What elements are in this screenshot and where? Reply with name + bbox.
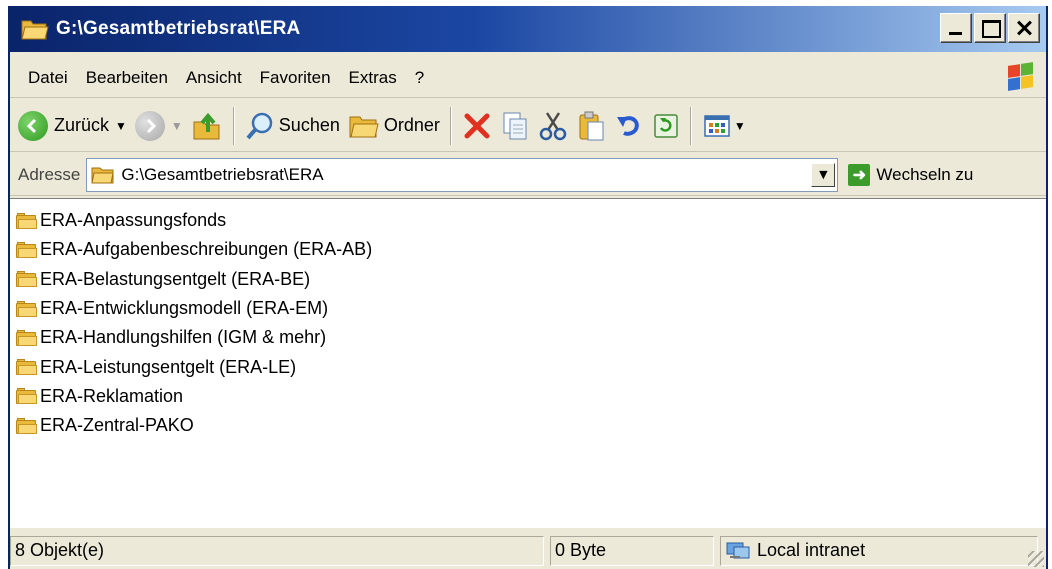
go-button[interactable]: ➜ Wechseln zu xyxy=(848,163,974,186)
cut-icon xyxy=(539,111,567,140)
caption-buttons xyxy=(940,13,1040,43)
close-button[interactable] xyxy=(1008,13,1040,43)
toolbar-separator xyxy=(689,106,692,145)
file-name: ERA-Handlungshilfen (IGM & mehr) xyxy=(40,327,327,348)
menu-bearbeiten[interactable]: Bearbeiten xyxy=(77,68,177,88)
file-name: ERA-Belastungsentgelt (ERA-BE) xyxy=(40,268,311,289)
list-item[interactable]: ERA-Belastungsentgelt (ERA-BE) xyxy=(10,265,1046,294)
undo-button[interactable] xyxy=(610,104,648,148)
address-value: G:\Gesamtbetriebsrat\ERA xyxy=(121,164,324,184)
go-arrow-icon: ➜ xyxy=(848,163,871,186)
file-name: ERA-Zentral-PAKO xyxy=(40,415,194,436)
search-icon xyxy=(246,112,273,139)
views-icon xyxy=(704,114,730,137)
explorer-window: G:\Gesamtbetriebsrat\ERA Datei Bearbeite… xyxy=(8,6,1048,569)
menu-ansicht[interactable]: Ansicht xyxy=(177,68,251,88)
folder-icon xyxy=(91,167,114,183)
maximize-button[interactable] xyxy=(974,13,1006,43)
toolbar-separator xyxy=(449,106,452,145)
address-label: Adresse xyxy=(18,164,81,184)
views-dropdown-icon[interactable]: ▼ xyxy=(734,119,746,133)
menu-datei[interactable]: Datei xyxy=(10,68,77,88)
paste-icon xyxy=(579,111,604,140)
file-list[interactable]: ERA-Anpassungsfonds ERA-Aufgabenbeschrei… xyxy=(10,198,1046,528)
list-item[interactable]: ERA-Zentral-PAKO xyxy=(10,411,1046,440)
views-button[interactable]: ▼ xyxy=(698,104,750,148)
folder-icon xyxy=(16,359,38,376)
go-label: Wechseln zu xyxy=(876,164,974,184)
list-item[interactable]: ERA-Entwicklungsmodell (ERA-EM) xyxy=(10,294,1046,323)
paste-button[interactable] xyxy=(572,104,610,148)
address-input[interactable]: G:\Gesamtbetriebsrat\ERA ▼ xyxy=(86,157,839,192)
cut-button[interactable] xyxy=(534,104,572,148)
address-bar: Adresse G:\Gesamtbetriebsrat\ERA ▼ ➜ Wec… xyxy=(10,154,1046,196)
folder-icon xyxy=(16,241,38,258)
standard-toolbar: Zurück ▼ ▼ Suchen Ordner ▼ xyxy=(10,100,1046,152)
status-object-count: 8 Objekt(e) xyxy=(10,535,544,566)
list-item[interactable]: ERA-Reklamation xyxy=(10,382,1046,411)
undo-icon xyxy=(616,115,639,136)
search-button[interactable]: Suchen xyxy=(241,104,344,148)
copy-to-icon xyxy=(503,112,527,139)
window-title: G:\Gesamtbetriebsrat\ERA xyxy=(56,18,301,39)
search-label: Suchen xyxy=(278,115,340,135)
file-name: ERA-Anpassungsfonds xyxy=(40,210,227,231)
local-intranet-icon xyxy=(725,541,751,561)
list-item[interactable]: ERA-Aufgabenbeschreibungen (ERA-AB) xyxy=(10,235,1046,264)
menu-bar: Datei Bearbeiten Ansicht Favoriten Extra… xyxy=(10,58,1046,98)
status-size: 0 Byte xyxy=(550,535,714,566)
forward-icon xyxy=(134,110,165,141)
resize-grip[interactable] xyxy=(1028,551,1044,567)
up-button[interactable] xyxy=(187,104,227,148)
address-dropdown-button[interactable]: ▼ xyxy=(811,162,836,187)
folders-label: Ordner xyxy=(383,115,440,135)
windows-logo-icon xyxy=(1006,62,1036,92)
list-item[interactable]: ERA-Anpassungsfonds xyxy=(10,206,1046,235)
menu-extras[interactable]: Extras xyxy=(340,68,406,88)
folder-open-icon xyxy=(20,17,50,41)
refresh-icon xyxy=(654,113,678,138)
list-item[interactable]: ERA-Leistungsentgelt (ERA-LE) xyxy=(10,352,1046,381)
menu-help[interactable]: ? xyxy=(406,68,433,88)
back-label: Zurück xyxy=(54,115,110,135)
file-name: ERA-Aufgabenbeschreibungen (ERA-AB) xyxy=(40,239,373,260)
folder-icon xyxy=(16,300,38,317)
folders-button[interactable]: Ordner xyxy=(344,104,444,148)
folder-icon xyxy=(16,212,38,229)
refresh-button[interactable] xyxy=(648,104,684,148)
up-folder-icon xyxy=(193,112,220,139)
forward-button[interactable]: ▼ xyxy=(131,104,187,148)
folder-icon xyxy=(16,329,38,346)
copy-to-button[interactable] xyxy=(496,104,534,148)
file-name: ERA-Entwicklungsmodell (ERA-EM) xyxy=(40,298,329,319)
minimize-button[interactable] xyxy=(940,13,972,43)
folder-icon xyxy=(16,388,38,405)
folders-icon xyxy=(349,116,379,137)
folder-icon xyxy=(16,271,38,288)
delete-button[interactable] xyxy=(458,104,496,148)
back-icon xyxy=(18,110,48,141)
file-name: ERA-Leistungsentgelt (ERA-LE) xyxy=(40,356,297,377)
toolbar-separator xyxy=(232,106,235,145)
forward-dropdown-icon[interactable]: ▼ xyxy=(171,119,183,133)
title-bar[interactable]: G:\Gesamtbetriebsrat\ERA xyxy=(10,6,1046,52)
folder-icon xyxy=(16,417,38,434)
status-zone: Local intranet xyxy=(720,535,1038,566)
back-button[interactable]: Zurück ▼ xyxy=(14,104,131,148)
file-name: ERA-Reklamation xyxy=(40,385,184,406)
delete-icon xyxy=(464,113,490,138)
back-dropdown-icon[interactable]: ▼ xyxy=(115,119,127,133)
status-bar: 8 Objekt(e) 0 Byte Local intranet xyxy=(10,532,1046,569)
list-item[interactable]: ERA-Handlungshilfen (IGM & mehr) xyxy=(10,323,1046,352)
zone-label: Local intranet xyxy=(757,540,866,560)
menu-favoriten[interactable]: Favoriten xyxy=(251,68,340,88)
